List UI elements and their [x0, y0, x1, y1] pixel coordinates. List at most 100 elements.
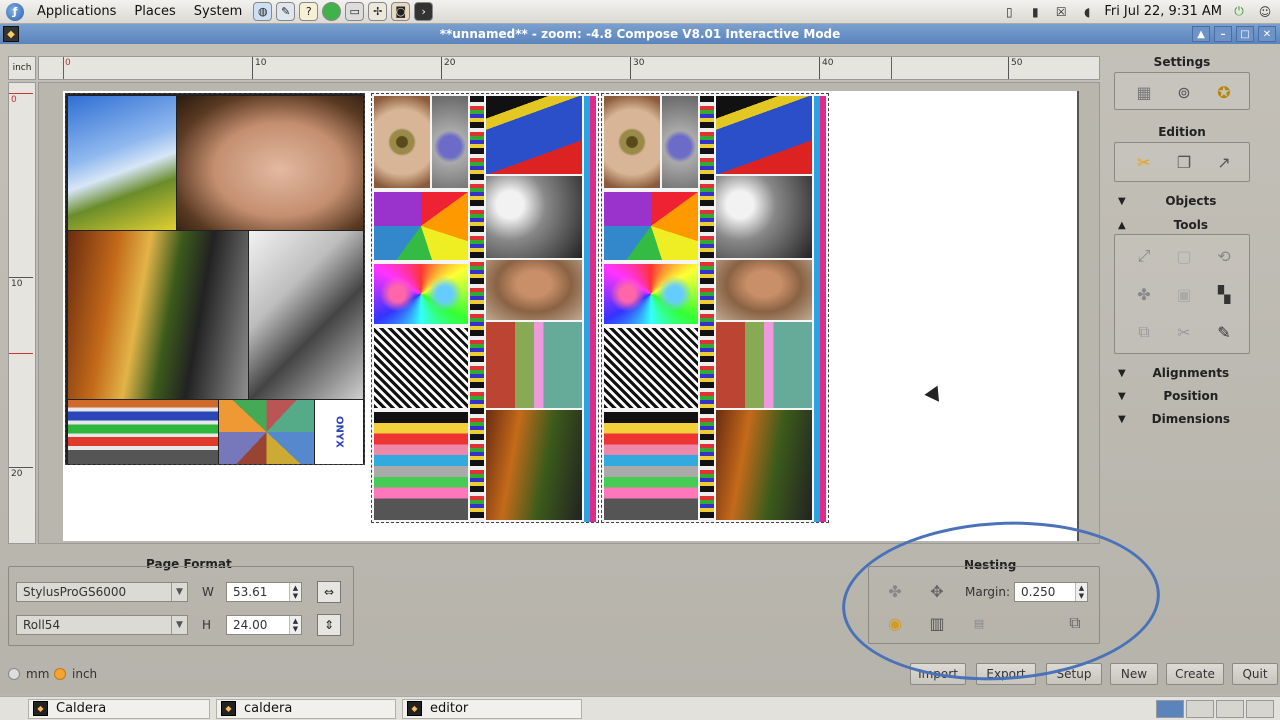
knife-icon[interactable]: ✎	[1211, 319, 1237, 345]
clock[interactable]: Fri Jul 22, 9:31 AM	[1104, 4, 1222, 19]
updates-icon[interactable]: ☒	[1052, 4, 1070, 20]
globe-launcher-icon[interactable]: ◍	[253, 2, 273, 21]
app-window-icon[interactable]: ◆	[3, 26, 19, 42]
dimensions-label: Dimensions	[1151, 412, 1231, 426]
menu-system[interactable]: System	[185, 4, 251, 19]
menu-places[interactable]: Places	[125, 4, 184, 19]
tools-toggle[interactable]: ▲ Tools	[1118, 218, 1248, 232]
menu-applications[interactable]: Applications	[28, 4, 125, 19]
nest-text-icon[interactable]: ▤	[966, 611, 992, 635]
export-button[interactable]: Export	[976, 663, 1036, 685]
new-button[interactable]: New	[1110, 663, 1158, 685]
maximize-icon[interactable]: □	[1236, 26, 1254, 42]
grid-icon[interactable]: ▦	[1131, 79, 1157, 105]
cut-marks-icon[interactable]: ✂	[1171, 319, 1197, 345]
logout-icon[interactable]: ⏻	[1230, 4, 1248, 20]
tile-icon[interactable]: ▚	[1211, 281, 1237, 307]
notes-icon[interactable]: ▯	[1000, 4, 1018, 20]
spin-arrows-icon[interactable]: ▲ ▼	[289, 616, 301, 634]
height-field[interactable]: 24.00 ▲ ▼	[226, 615, 302, 635]
bird-launcher-icon[interactable]: ✢	[368, 2, 388, 21]
height-fit-icon[interactable]: ⇕	[317, 614, 341, 636]
horizontal-ruler[interactable]: 0 10 20 30 40 50	[38, 56, 1100, 80]
window-up-icon[interactable]: ▲	[1192, 26, 1210, 42]
user-icon[interactable]: ☺	[1256, 4, 1274, 20]
eye-image	[604, 96, 660, 188]
create-button[interactable]: Create	[1166, 663, 1224, 685]
golf-ball-image	[716, 176, 812, 258]
width-value: 53.61	[233, 585, 268, 599]
nest-reset-icon[interactable]: ◉	[882, 611, 908, 635]
width-field[interactable]: 53.61 ▲ ▼	[226, 582, 302, 602]
print-job-test-strip-1[interactable]	[371, 93, 599, 523]
spin-arrows-icon[interactable]: ▲ ▼	[1075, 583, 1087, 601]
quit-button[interactable]: Quit	[1232, 663, 1278, 685]
vertical-ruler[interactable]: 0 10 20	[8, 82, 36, 544]
fruit-violin-image	[716, 322, 812, 408]
workspace-2[interactable]	[1186, 699, 1214, 718]
fit-page-icon[interactable]: ⊚	[1171, 79, 1197, 105]
media-sheet[interactable]: ONYX	[63, 91, 1079, 541]
width-fit-icon[interactable]: ⇔	[317, 581, 341, 603]
paste-icon[interactable]: ↗	[1211, 149, 1237, 175]
editor-launcher-icon[interactable]: ✎	[276, 2, 296, 21]
rotate-icon[interactable]: ⟲	[1211, 243, 1237, 269]
workspace-1[interactable]	[1156, 699, 1184, 718]
volume-icon[interactable]: ◖	[1078, 4, 1096, 20]
unit-mm-label: mm	[26, 667, 50, 681]
frame-icon[interactable]: ▢	[1171, 243, 1197, 269]
golf-ball-image	[486, 176, 582, 258]
unit-inch-radio[interactable]: inch	[54, 667, 97, 681]
workspace-4[interactable]	[1246, 699, 1274, 718]
cut-icon[interactable]: ✂	[1131, 149, 1157, 175]
close-icon[interactable]: ✕	[1258, 26, 1276, 42]
print-job-test-strip-2[interactable]	[601, 93, 829, 523]
setup-button[interactable]: Setup	[1046, 663, 1102, 685]
nest-overlap-icon[interactable]: ⧉	[1062, 611, 1088, 635]
color-bar-strip	[470, 96, 484, 522]
ruler-label: 0	[65, 58, 71, 68]
move-icon[interactable]: ⤢	[1131, 243, 1157, 269]
ruler-major-tick	[9, 277, 33, 278]
gradient-bars	[604, 412, 698, 520]
nest-auto-icon[interactable]: ✤	[882, 579, 908, 603]
workspace-3[interactable]	[1216, 699, 1244, 718]
magenta-cyan-strip	[814, 96, 826, 522]
nest-grid-icon[interactable]: ✥	[924, 579, 950, 603]
edition-title: Edition	[1158, 125, 1206, 139]
task-caldera[interactable]: ◆ Caldera	[28, 698, 210, 719]
objects-toggle[interactable]: ▼ Objects	[1118, 194, 1248, 208]
layout-canvas[interactable]: ONYX	[38, 82, 1100, 544]
green-launcher-icon[interactable]	[322, 2, 342, 21]
print-job-collage[interactable]: ONYX	[65, 93, 365, 465]
resolution-target	[604, 328, 698, 408]
terminal-launcher-icon[interactable]: ›	[414, 2, 434, 21]
network-signal-icon[interactable]: ▮	[1026, 4, 1044, 20]
alignments-toggle[interactable]: ▼ Alignments	[1118, 366, 1248, 380]
media-select[interactable]: Roll54 ▼	[16, 615, 188, 635]
dimensions-toggle[interactable]: ▼ Dimensions	[1118, 412, 1248, 426]
taskbar: ◆ Caldera ◆ caldera ◆ editor	[0, 696, 1280, 720]
position-toggle[interactable]: ▼ Position	[1118, 389, 1248, 403]
margin-field[interactable]: 0.250 ▲ ▼	[1014, 582, 1088, 602]
import-button[interactable]: Import	[910, 663, 966, 685]
minimize-icon[interactable]: –	[1214, 26, 1232, 42]
help-launcher-icon[interactable]: ?	[299, 2, 319, 21]
duplicate-icon[interactable]: ⧉	[1131, 319, 1157, 345]
nest-icon[interactable]: ✤	[1131, 281, 1157, 307]
printer-settings-icon[interactable]: ✪	[1211, 79, 1237, 105]
gnome-foot-icon[interactable]: ƒ	[6, 2, 24, 21]
unit-mm-radio[interactable]: mm	[8, 667, 49, 681]
radio-dot-icon	[8, 668, 20, 680]
window-titlebar[interactable]: ◆ **unnamed** - zoom: -4.8 Compose V8.01…	[0, 24, 1280, 44]
task-caldera-window[interactable]: ◆ caldera	[216, 698, 396, 719]
crop-icon[interactable]: ▣	[1171, 281, 1197, 307]
task-editor[interactable]: ◆ editor	[402, 698, 582, 719]
margin-separator: :	[1006, 585, 1011, 599]
nest-chart-icon[interactable]: ▥	[924, 611, 950, 635]
spin-arrows-icon[interactable]: ▲ ▼	[289, 583, 301, 601]
printer-select[interactable]: StylusProGS6000 ▼	[16, 582, 188, 602]
camera-launcher-icon[interactable]: ◙	[391, 2, 411, 21]
drive-launcher-icon[interactable]: ▭	[345, 2, 365, 21]
copy-icon[interactable]: ❐	[1171, 149, 1197, 175]
